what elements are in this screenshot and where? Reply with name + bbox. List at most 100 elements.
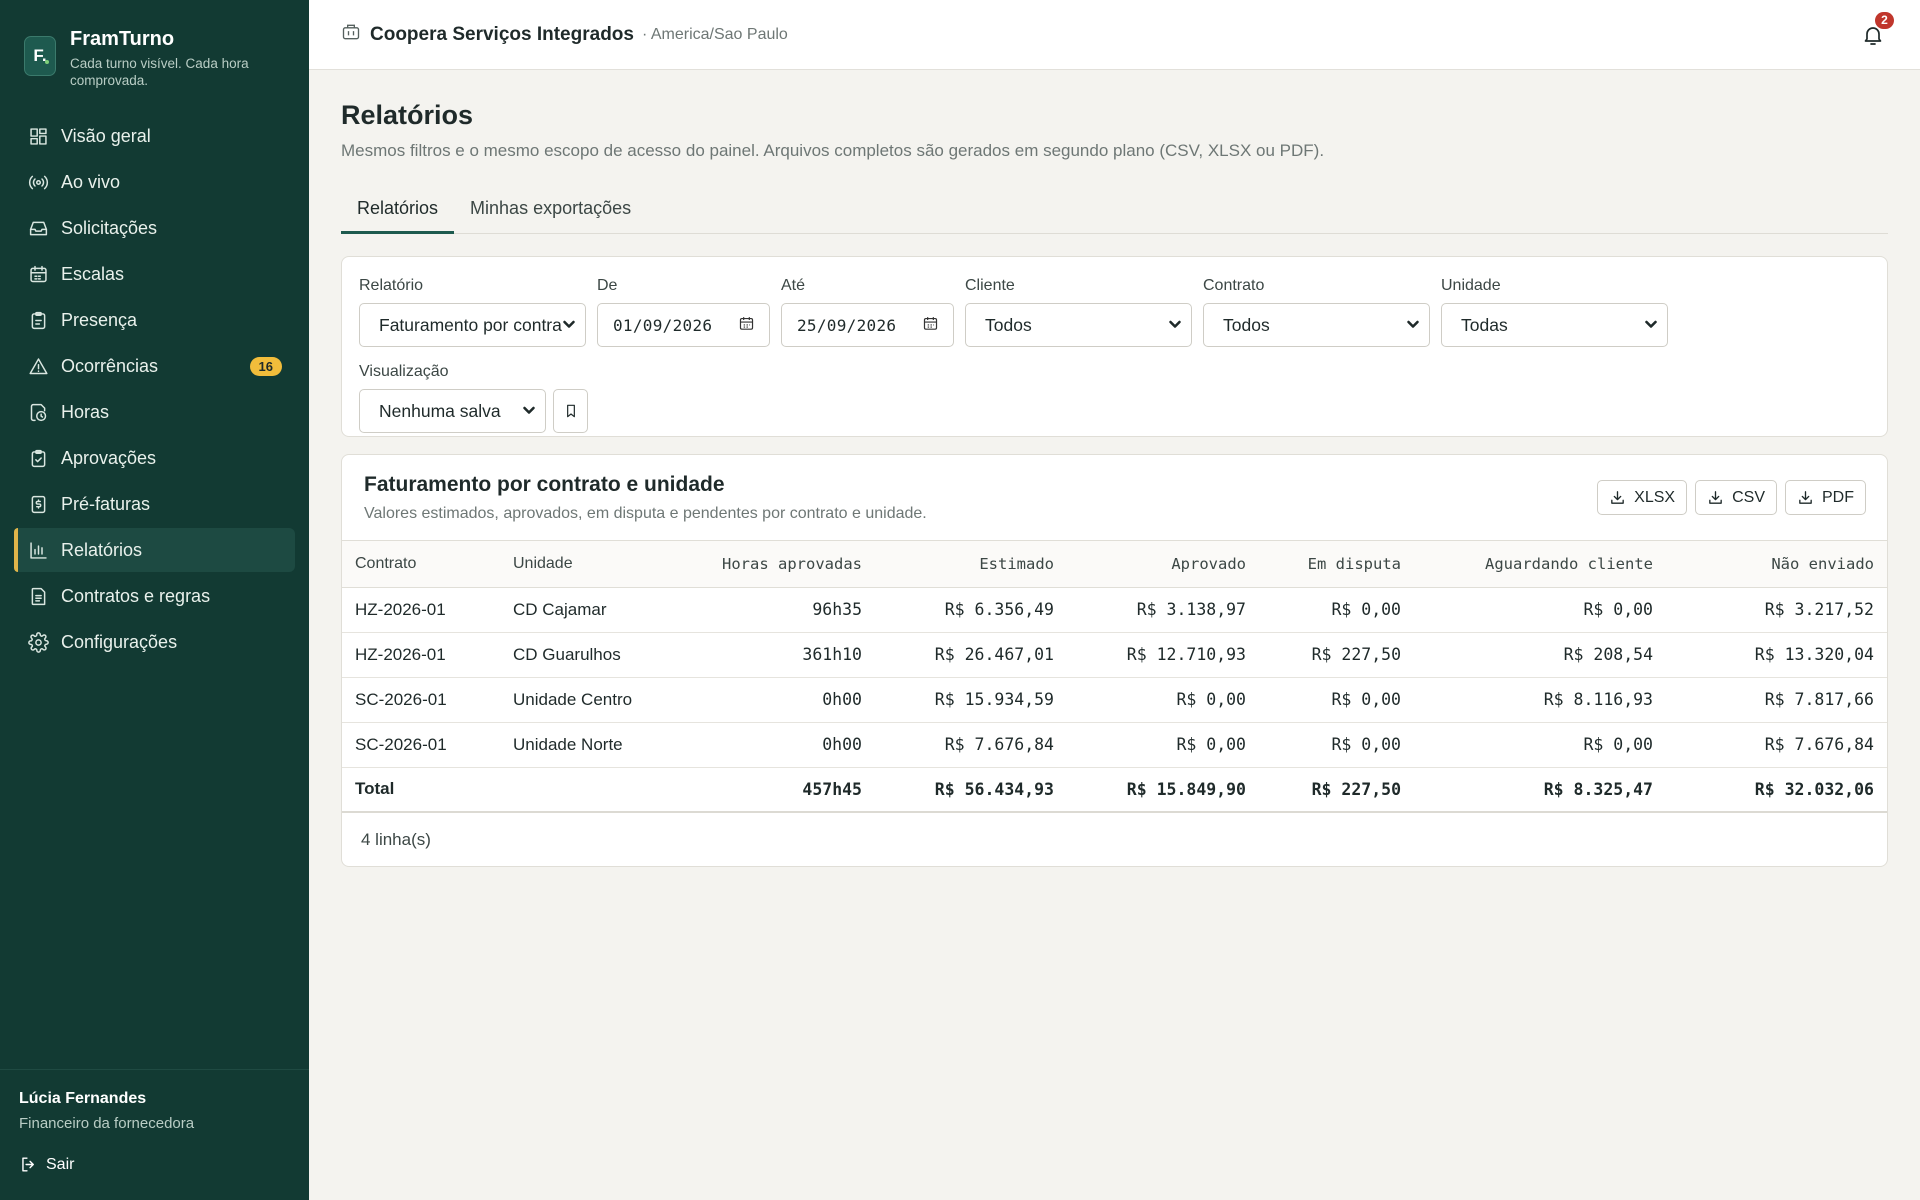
sidebar-item-label: Relatórios: [61, 539, 143, 560]
de-label: De: [597, 277, 618, 294]
sidebar-item-relatorios[interactable]: Relatórios: [14, 528, 295, 572]
chevron-down-icon: [522, 401, 536, 422]
report-title: Faturamento por contrato e unidade: [364, 473, 725, 496]
chevron-down-icon: [1168, 315, 1182, 336]
broadcast-icon: [27, 171, 49, 193]
calendar-icon[interactable]: [738, 315, 755, 336]
column-header[interactable]: Unidade: [500, 541, 682, 588]
sidebar-item-pre-faturas[interactable]: Pré-faturas: [14, 482, 295, 526]
user-name: Lúcia Fernandes: [19, 1090, 147, 1107]
column-header[interactable]: Estimado: [875, 541, 1067, 588]
column-header[interactable]: Não enviado: [1666, 541, 1887, 588]
table-cell: R$ 15.849,90: [1067, 767, 1259, 813]
logout-button[interactable]: Sair: [19, 1155, 290, 1174]
table-cell: R$ 12.710,93: [1067, 632, 1259, 678]
sidebar-item-ocorrencias[interactable]: Ocorrências 16: [14, 344, 295, 388]
table-cell: R$ 7.676,84: [875, 722, 1067, 768]
report-subtitle: Valores estimados, aprovados, em disputa…: [364, 505, 927, 522]
main: Coopera Serviços Integrados · America/Sa…: [309, 0, 1920, 1200]
table-cell: R$ 227,50: [1259, 767, 1414, 813]
table-cell: HZ-2026-01: [342, 632, 500, 678]
inbox-icon: [27, 217, 49, 239]
table-cell: Unidade Centro: [500, 677, 682, 723]
notifications-button[interactable]: 2: [1858, 11, 1894, 50]
ate-date-value: 25/09/2026: [797, 315, 897, 335]
brand-name: FramTurno: [70, 28, 175, 50]
table-cell: HZ-2026-01: [342, 587, 500, 633]
table-cell: R$ 0,00: [1259, 722, 1414, 768]
column-header[interactable]: Em disputa: [1259, 541, 1414, 588]
table-cell: R$ 6.356,49: [875, 587, 1067, 633]
visualizacao-select[interactable]: Nenhuma salva: [359, 389, 546, 433]
download-icon: [1611, 491, 1625, 504]
user-role: Financeiro da fornecedora: [19, 1115, 195, 1132]
save-view-button[interactable]: [553, 389, 588, 433]
sidebar-item-configuracoes[interactable]: Configurações: [14, 620, 295, 664]
document-icon: [27, 585, 49, 607]
download-icon: [1799, 491, 1812, 504]
de-date-input[interactable]: 01/09/2026: [597, 303, 770, 347]
sidebar-item-horas[interactable]: Horas: [14, 390, 295, 434]
user-panel: Lúcia Fernandes Financeiro da fornecedor…: [0, 1069, 309, 1200]
sidebar-item-visao-geral[interactable]: Visão geral: [14, 114, 295, 158]
tab-minhas-exportacoes[interactable]: Minhas exportações: [454, 183, 647, 233]
cliente-select-value: Todos: [985, 314, 1032, 335]
sidebar-item-label: Aprovações: [61, 447, 157, 468]
cliente-select[interactable]: Todos: [965, 303, 1192, 347]
table-cell: R$ 0,00: [1259, 587, 1414, 633]
export-pdf-button[interactable]: PDF: [1785, 480, 1866, 515]
table-cell: R$ 0,00: [1259, 677, 1414, 723]
column-header[interactable]: Aguardando cliente: [1414, 541, 1666, 588]
grid-icon: [27, 125, 49, 147]
report-table: Contrato Unidade Horas aprovadas Estimad…: [342, 541, 1887, 813]
chevron-down-icon: [1406, 315, 1420, 336]
table-total-row: Total 457h45 R$ 56.434,93 R$ 15.849,90 R…: [342, 767, 1887, 813]
sidebar-item-label: Solicitações: [61, 217, 158, 238]
table-cell: R$ 32.032,06: [1666, 767, 1887, 813]
unidade-select[interactable]: Todas: [1441, 303, 1668, 347]
relatorio-select[interactable]: Faturamento por contrato e unidade: [359, 303, 586, 347]
gear-icon: [27, 631, 49, 653]
contrato-select[interactable]: Todos: [1203, 303, 1430, 347]
de-date-value: 01/09/2026: [613, 315, 713, 335]
row-count: 4 linha(s): [361, 829, 431, 849]
sidebar-item-presenca[interactable]: Presença: [14, 298, 295, 342]
table-cell: [500, 767, 682, 813]
tab-relatorios[interactable]: Relatórios: [341, 183, 455, 234]
column-header[interactable]: Contrato: [342, 541, 500, 588]
clock-file-icon: [27, 401, 49, 423]
export-xlsx-button[interactable]: XLSX: [1597, 480, 1688, 515]
sidebar-item-aprovacoes[interactable]: Aprovações: [14, 436, 295, 480]
table-row: HZ-2026-01 CD Guarulhos 361h10 R$ 26.467…: [342, 632, 1887, 678]
page-content: Relatórios Mesmos filtros e o mesmo esco…: [309, 70, 1920, 867]
table-cell: R$ 0,00: [1067, 677, 1259, 723]
export-pdf-label: PDF: [1822, 488, 1854, 506]
ate-date-input[interactable]: 25/09/2026: [781, 303, 954, 347]
column-header[interactable]: Horas aprovadas: [682, 541, 875, 588]
chevron-down-icon: [562, 315, 576, 336]
total-label: Total: [342, 767, 500, 813]
relatorio-select-value: Faturamento por contrato e unidade: [379, 314, 562, 335]
table-cell: 0h00: [682, 677, 875, 723]
page-title: Relatórios: [341, 100, 474, 130]
clipboard-check-icon: [27, 447, 49, 469]
sidebar-item-contratos-e-regras[interactable]: Contratos e regras: [14, 574, 295, 618]
sidebar-item-label: Ocorrências: [61, 355, 159, 376]
logout-label: Sair: [46, 1155, 75, 1173]
export-xlsx-label: XLSX: [1634, 488, 1676, 506]
table-cell: R$ 0,00: [1414, 587, 1666, 633]
sidebar-item-ao-vivo[interactable]: Ao vivo: [14, 160, 295, 204]
report-card: Faturamento por contrato e unidade Valor…: [341, 454, 1888, 867]
table-cell: R$ 3.138,97: [1067, 587, 1259, 633]
column-header[interactable]: Aprovado: [1067, 541, 1259, 588]
sidebar-item-escalas[interactable]: Escalas: [14, 252, 295, 296]
calendar-icon[interactable]: [922, 315, 939, 336]
table-header-row: Contrato Unidade Horas aprovadas Estimad…: [342, 541, 1887, 588]
table-cell: R$ 3.217,52: [1666, 587, 1887, 633]
ate-label: Até: [781, 277, 806, 294]
sidebar-item-solicitacoes[interactable]: Solicitações: [14, 206, 295, 250]
report-header: Faturamento por contrato e unidade Valor…: [342, 455, 1887, 541]
export-csv-button[interactable]: CSV: [1695, 480, 1777, 515]
table-cell: R$ 208,54: [1414, 632, 1666, 678]
table-cell: R$ 227,50: [1259, 632, 1414, 678]
